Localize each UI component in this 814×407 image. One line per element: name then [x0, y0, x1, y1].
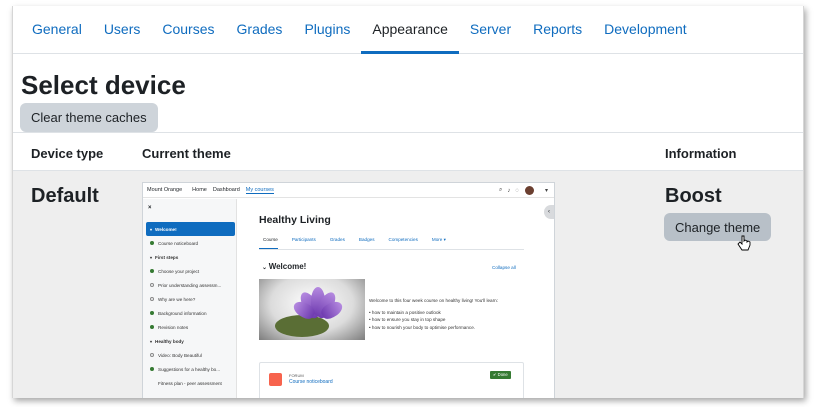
- page-title: Select device: [21, 70, 186, 100]
- table-header: Device type Current theme Information: [13, 132, 803, 171]
- tab-development[interactable]: Development: [593, 6, 698, 52]
- preview-course-tab: More ▾: [431, 237, 446, 242]
- list-item: Choose your project: [146, 264, 235, 278]
- tab-server[interactable]: Server: [459, 6, 522, 52]
- tab-grades[interactable]: Grades: [226, 6, 294, 52]
- list-item-label: First steps: [155, 254, 179, 260]
- admin-tabs: General Users Courses Grades Plugins Appearan…: [13, 6, 803, 54]
- tab-plugins[interactable]: Plugins: [293, 6, 361, 52]
- header-current-theme: Current theme: [142, 146, 231, 161]
- completed-dot-icon: [150, 269, 154, 273]
- forum-icon: [269, 373, 282, 386]
- list-item: Course noticeboard: [146, 236, 235, 250]
- chevron-down-icon: ▾: [150, 338, 153, 344]
- preview-course-index: × ▾ Welcome! Course noticeboard ▾ First step…: [143, 199, 237, 398]
- preview-activity-card: FORUM Course noticeboard ✔ Done: [259, 362, 524, 398]
- preview-activity-name: Course noticeboard: [289, 379, 333, 385]
- preview-intro-text: Welcome to this four week course on heal…: [369, 297, 529, 331]
- completed-dot-icon: [150, 325, 154, 329]
- incomplete-dot-icon: [150, 297, 154, 301]
- incomplete-dot-icon: [150, 283, 154, 287]
- preview-bullet: how to nourish your body to optimise per…: [369, 324, 529, 332]
- incomplete-dot-icon: [150, 353, 154, 357]
- completed-dot-icon: [150, 367, 154, 371]
- preview-done-badge: ✔ Done: [490, 371, 511, 379]
- header-information: Information: [665, 146, 737, 161]
- preview-navbar: Mount Orange Home Dashboard My courses ⌕…: [143, 183, 554, 198]
- hand-cursor-icon: [737, 235, 751, 251]
- list-item-label: Fitness plan - peer assessment: [158, 380, 222, 386]
- tab-general[interactable]: General: [21, 6, 93, 52]
- list-item-label: Prior understanding assessm...: [158, 282, 222, 288]
- chevron-left-icon: ‹: [544, 205, 554, 219]
- preview-nav-dashboard: Dashboard: [212, 187, 240, 193]
- avatar: [524, 186, 534, 195]
- close-icon: ×: [148, 205, 152, 211]
- theme-name: Boost: [665, 185, 722, 207]
- lotus-flower-image: [259, 279, 365, 340]
- header-device-type: Device type: [31, 146, 104, 161]
- table-row: Default Mount Orange Home Dashboard My c…: [13, 171, 803, 398]
- preview-collapse-all: Collapse all: [492, 265, 516, 270]
- list-item: Suggestions for a healthy bo...: [146, 362, 235, 376]
- chevron-down-icon: ▾: [544, 188, 548, 194]
- bell-icon: ♪: [507, 187, 511, 194]
- list-item-label: Background information: [158, 310, 207, 316]
- completed-dot-icon: [150, 241, 154, 245]
- preview-bullet: how to maintain a positive outlook: [369, 309, 529, 317]
- clear-theme-caches-button[interactable]: Clear theme caches: [20, 103, 158, 132]
- tab-appearance[interactable]: Appearance: [361, 6, 459, 54]
- list-item: ▾ First steps: [146, 250, 235, 264]
- list-item-label: Video: Body Beautiful: [158, 352, 202, 358]
- preview-course-title: Healthy Living: [259, 214, 331, 226]
- preview-course-tab: Badges: [358, 237, 375, 242]
- preview-course-tabs: Course Participants Grades Badges Competenci…: [259, 237, 524, 250]
- list-item-label: Welcome!: [155, 226, 177, 232]
- tab-reports[interactable]: Reports: [522, 6, 593, 52]
- list-item-label: Course noticeboard: [158, 240, 199, 246]
- theme-preview-image: Mount Orange Home Dashboard My courses ⌕…: [142, 182, 555, 398]
- preview-section-title-text: Welcome!: [268, 262, 307, 271]
- tab-users[interactable]: Users: [93, 6, 152, 52]
- preview-course-tab: Grades: [329, 237, 345, 242]
- device-type-default: Default: [31, 185, 99, 207]
- message-icon: ◌: [515, 187, 519, 194]
- list-item: Background information: [146, 306, 235, 320]
- preview-course-tab: Participants: [291, 237, 316, 242]
- preview-intro: Welcome to this four week course on heal…: [369, 298, 498, 303]
- list-item: Prior understanding assessm...: [146, 278, 235, 292]
- chevron-down-icon: ▾: [150, 226, 153, 232]
- list-item-label: Suggestions for a healthy bo...: [158, 366, 221, 372]
- preview-section-title: ⌄ Welcome!: [262, 262, 306, 271]
- change-theme-button[interactable]: Change theme: [664, 213, 772, 241]
- preview-nav-home: Home: [192, 187, 207, 193]
- preview-activity-type: FORUM: [289, 373, 304, 378]
- preview-bullet: how to ensure you stay in top shape: [369, 316, 529, 324]
- chevron-down-icon: ⌄: [262, 265, 269, 271]
- list-item: ▾ Welcome!: [146, 222, 235, 236]
- list-item: Why are we here?: [146, 292, 235, 306]
- list-item: Fitness plan - peer assessment: [146, 376, 235, 390]
- preview-site-name: Mount Orange: [147, 187, 183, 193]
- preview-course-tab: Competencies: [388, 237, 418, 242]
- list-item: Video: Body Beautiful: [146, 348, 235, 362]
- list-item-label: Choose your project: [158, 268, 200, 274]
- preview-course-tab: Course: [259, 237, 278, 249]
- tab-courses[interactable]: Courses: [151, 6, 225, 52]
- preview-course-index-list: ▾ Welcome! Course noticeboard ▾ First steps C…: [146, 222, 235, 390]
- list-item-label: Revision notes: [158, 324, 189, 330]
- completed-dot-icon: [150, 311, 154, 315]
- list-item: ▾ Healthy body: [146, 334, 235, 348]
- chevron-down-icon: ▾: [150, 254, 153, 260]
- admin-window: General Users Courses Grades Plugins Appearan…: [12, 6, 804, 398]
- list-item: Revision notes: [146, 320, 235, 334]
- list-item-label: Healthy body: [155, 338, 184, 344]
- preview-nav-icons: ⌕ ♪ ◌ ▾: [494, 186, 548, 195]
- search-icon: ⌕: [499, 187, 503, 193]
- list-item-label: Why are we here?: [158, 296, 196, 302]
- preview-nav-my-courses: My courses: [245, 186, 274, 194]
